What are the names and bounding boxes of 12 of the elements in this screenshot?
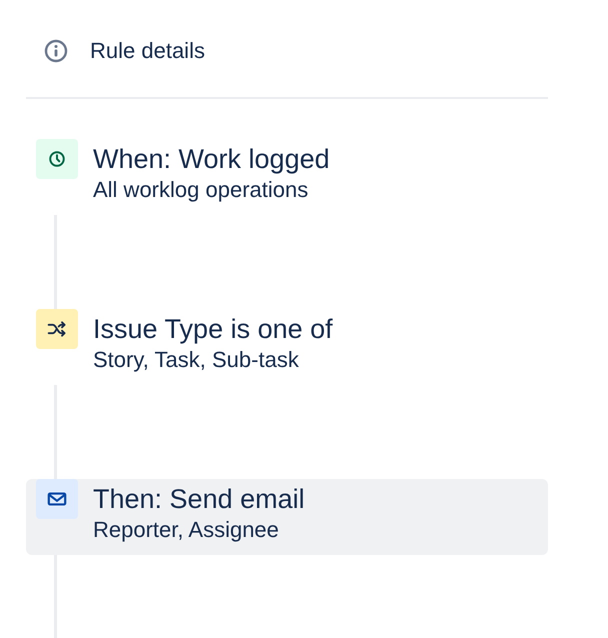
step-subtitle: All worklog operations — [93, 176, 310, 204]
mail-icon — [47, 491, 67, 507]
clock-icon — [48, 150, 66, 168]
rule-step[interactable]: Then: Send email Reporter, Assignee — [26, 479, 548, 555]
step-subtitle: Reporter, Assignee — [93, 516, 280, 544]
info-icon — [44, 38, 68, 62]
panel-title: Rule details — [90, 37, 205, 65]
step-subtitle: Story, Task, Sub-task — [93, 346, 300, 374]
shuffle-icon — [47, 320, 67, 338]
step-title: Issue Type is one of — [93, 313, 333, 345]
step-title: When: Work logged — [93, 143, 330, 175]
step-title: Then: Send email — [93, 483, 305, 515]
